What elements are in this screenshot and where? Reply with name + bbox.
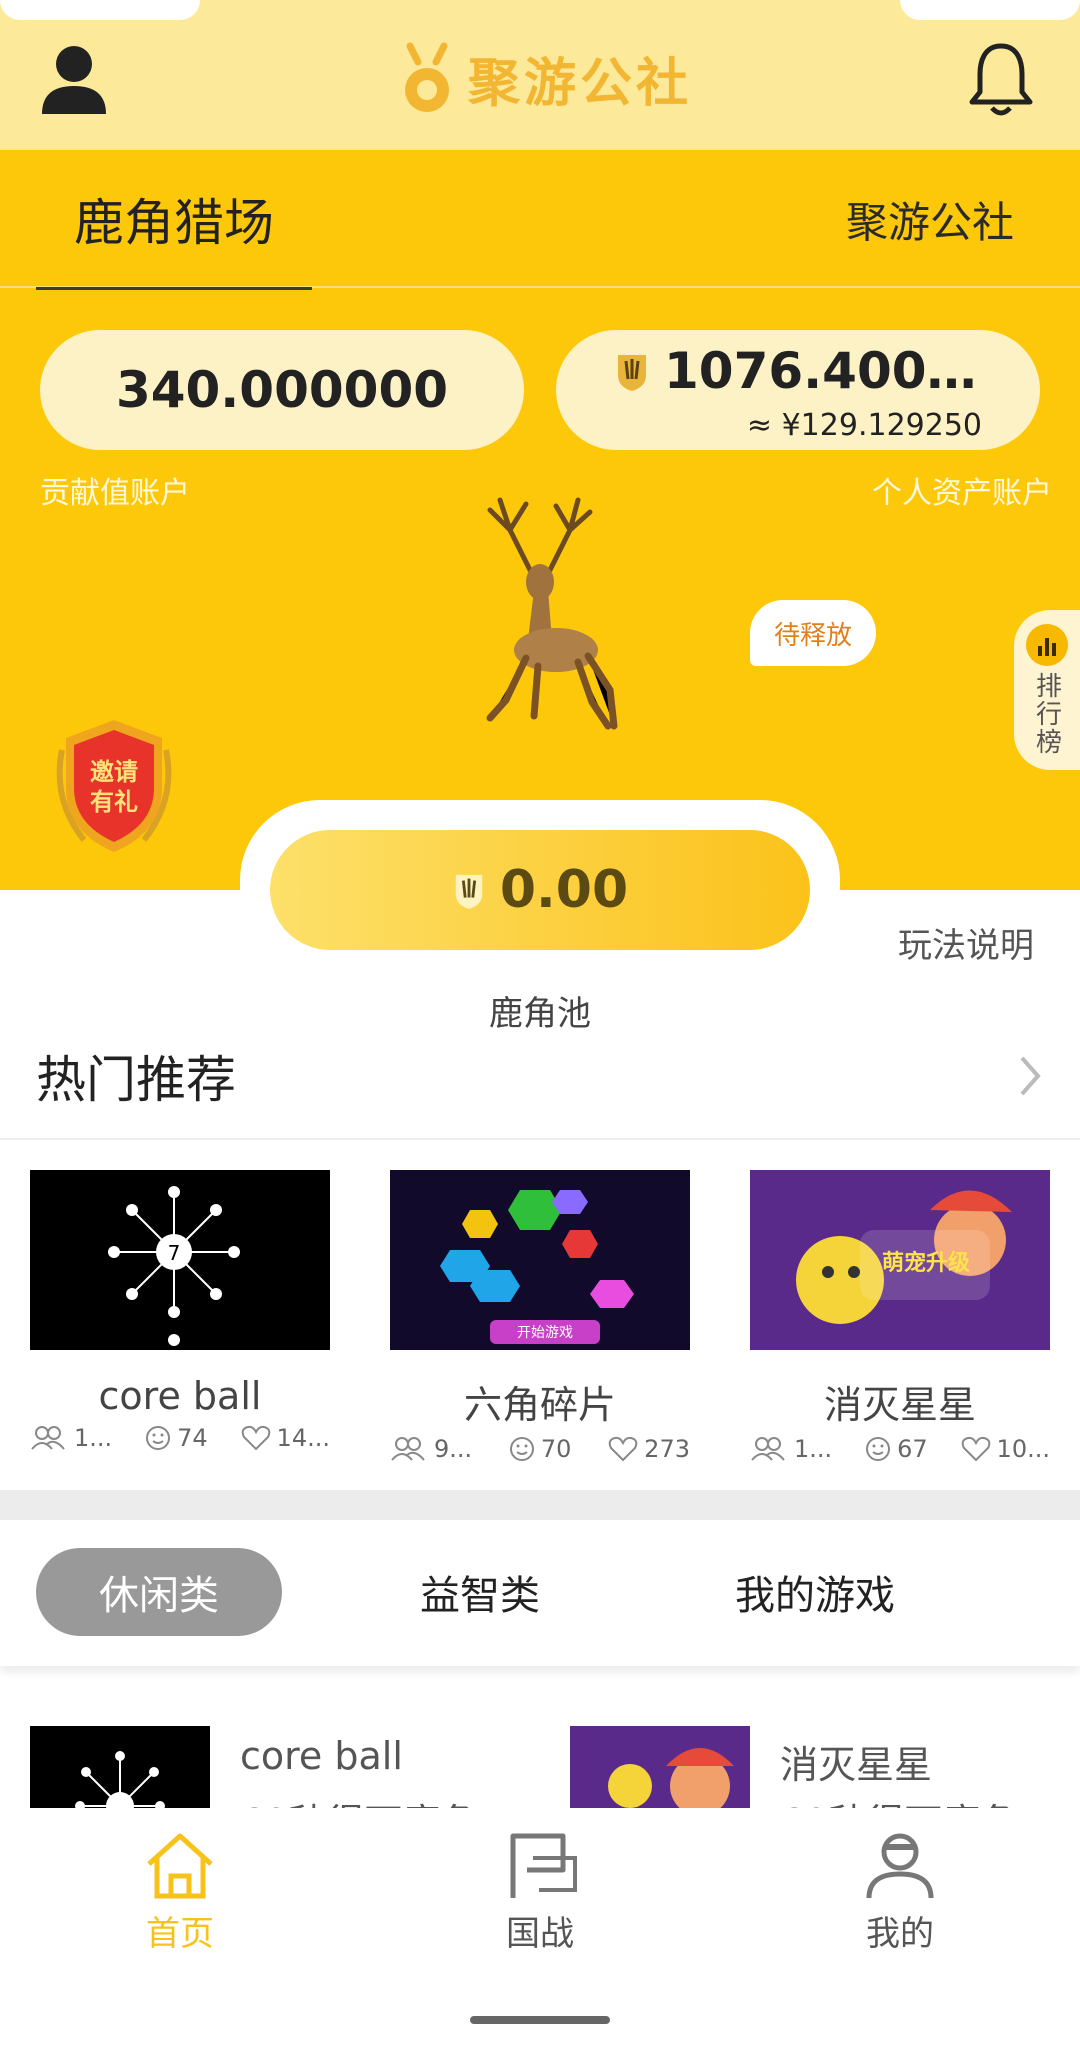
brand-name: 聚游公社	[468, 53, 693, 114]
antler-coin-icon	[455, 874, 483, 909]
contribution-value: 340.000000	[115, 361, 449, 419]
leaderboard-label: 排行榜	[1031, 672, 1062, 756]
notification-bell-icon[interactable]	[968, 40, 1034, 116]
nav-home[interactable]: 首页	[90, 1828, 270, 1955]
players-icon	[751, 1437, 785, 1461]
home-icon	[147, 1833, 213, 1899]
svg-text:7: 7	[168, 1241, 181, 1265]
game-stats: 9... 70 273	[390, 1435, 690, 1463]
smiles-count: 67	[897, 1435, 928, 1463]
smiles-count: 74	[177, 1424, 208, 1452]
tab-underline	[36, 287, 312, 290]
tab-community-label: 聚游公社	[845, 197, 1014, 247]
asset-account-label: 个人资产账户	[872, 476, 1052, 511]
smile-icon	[866, 1437, 891, 1461]
hot-recommend-title: 热门推荐	[36, 1051, 236, 1109]
heart-icon[interactable]	[241, 1425, 271, 1451]
players-icon	[391, 1437, 425, 1461]
game-card-hex-pieces[interactable]: 开始游戏 六角碎片 9... 70 273	[390, 1170, 690, 1463]
tab-antler-hunt-label: 鹿角猎场	[74, 194, 274, 252]
bottom-navigation: 首页 国战 我的	[0, 1808, 1080, 2072]
nav-mine[interactable]: 我的	[810, 1828, 990, 1955]
home-indicator-bar[interactable]	[470, 2016, 610, 2024]
heart-icon[interactable]	[961, 1436, 991, 1462]
contribution-account-label: 贡献值账户	[40, 476, 190, 511]
game-card-core-ball[interactable]: 7 core ball 1... 74 14...	[30, 1170, 330, 1452]
top-tabs: 鹿角猎场 聚游公社	[0, 150, 1080, 290]
asset-account-pill[interactable]: 1076.4000... ≈ ¥129.129250	[556, 330, 1040, 450]
chevron-right-icon[interactable]	[1010, 1046, 1050, 1106]
players-count: 9...	[434, 1435, 473, 1463]
app-header: 聚游公社	[0, 0, 1080, 150]
likes-count: 273	[644, 1435, 690, 1463]
game-card-eliminate-stars[interactable]: 萌宠升级 消灭星星 1... 67 10...	[750, 1170, 1050, 1463]
flag-icon	[510, 1833, 577, 1898]
category-tabs: 休闲类 益智类 我的游戏	[0, 1520, 1080, 1666]
game-name: core ball	[98, 1374, 262, 1418]
nav-war-label: 国战	[506, 1914, 574, 1954]
user-icon	[866, 1833, 934, 1899]
section-divider	[0, 1490, 1080, 1520]
tab-my-games[interactable]: 我的游戏	[700, 1548, 930, 1636]
list-game-name: 消灭星星	[780, 1743, 933, 1787]
cloud-decoration	[900, 0, 1080, 20]
invite-gift-badge[interactable]: 邀请 有礼	[44, 710, 184, 860]
game-thumbnail: 7	[30, 1170, 330, 1350]
game-name: 消灭星星	[823, 1383, 976, 1427]
leaderboard-button[interactable]: 排行榜	[1014, 610, 1080, 770]
likes-count: 14...	[276, 1424, 330, 1452]
antler-pool-label: 鹿角池	[489, 994, 591, 1034]
pending-release-label: 待释放	[773, 620, 852, 651]
list-game-name: core ball	[240, 1734, 403, 1778]
smile-icon	[509, 1437, 534, 1461]
pending-release-bubble[interactable]: 待释放	[750, 600, 876, 666]
svg-text:有礼: 有礼	[90, 788, 138, 816]
nav-home-label: 首页	[146, 1914, 214, 1954]
tab-community[interactable]: 聚游公社	[846, 150, 1014, 288]
svg-text:邀请: 邀请	[90, 758, 138, 786]
tab-casual[interactable]: 休闲类	[36, 1548, 282, 1636]
smiles-count: 70	[540, 1435, 572, 1463]
svg-text:萌宠升级: 萌宠升级	[882, 1250, 970, 1276]
heart-icon[interactable]	[608, 1436, 638, 1462]
brand-logo-icon	[405, 42, 449, 112]
nav-war[interactable]: 国战	[450, 1828, 630, 1955]
game-thumbnail: 开始游戏	[390, 1170, 690, 1350]
deer-illustration	[486, 497, 618, 730]
players-count: 1...	[74, 1424, 113, 1452]
players-icon	[31, 1426, 65, 1450]
game-name: 六角碎片	[463, 1383, 616, 1427]
hot-recommend-header[interactable]: 热门推荐	[0, 1030, 1080, 1140]
antler-pool-button[interactable]: 0.00	[270, 830, 810, 950]
cloud-decoration	[0, 0, 200, 20]
players-count: 1...	[794, 1435, 833, 1463]
nav-mine-label: 我的	[866, 1914, 934, 1954]
game-thumbnail: 萌宠升级	[750, 1170, 1050, 1350]
game-rules-link[interactable]: 玩法说明	[898, 918, 1034, 967]
antler-coin-icon	[618, 355, 646, 391]
app-brand: 聚游公社	[400, 38, 692, 118]
leaderboard-icon	[1026, 624, 1068, 666]
user-profile-icon[interactable]	[38, 42, 110, 114]
likes-count: 10...	[996, 1435, 1050, 1463]
game-stats: 1... 74 14...	[30, 1424, 330, 1452]
contribution-account-pill[interactable]: 340.000000	[40, 330, 524, 450]
tab-puzzle[interactable]: 益智类	[380, 1548, 580, 1636]
pool-value: 0.00	[499, 860, 629, 920]
hero-panel: 鹿角猎场 聚游公社 340.000000 1076.4000... ≈ ¥129…	[0, 150, 1080, 890]
tab-antler-hunt[interactable]: 鹿角猎场	[36, 150, 312, 290]
svg-text:开始游戏: 开始游戏	[517, 1325, 573, 1341]
game-stats: 1... 67 10...	[750, 1435, 1050, 1463]
smile-icon	[146, 1426, 171, 1450]
asset-value: 1076.4000...	[664, 342, 1004, 400]
asset-approx-value: ≈ ¥129.129250	[746, 408, 982, 443]
